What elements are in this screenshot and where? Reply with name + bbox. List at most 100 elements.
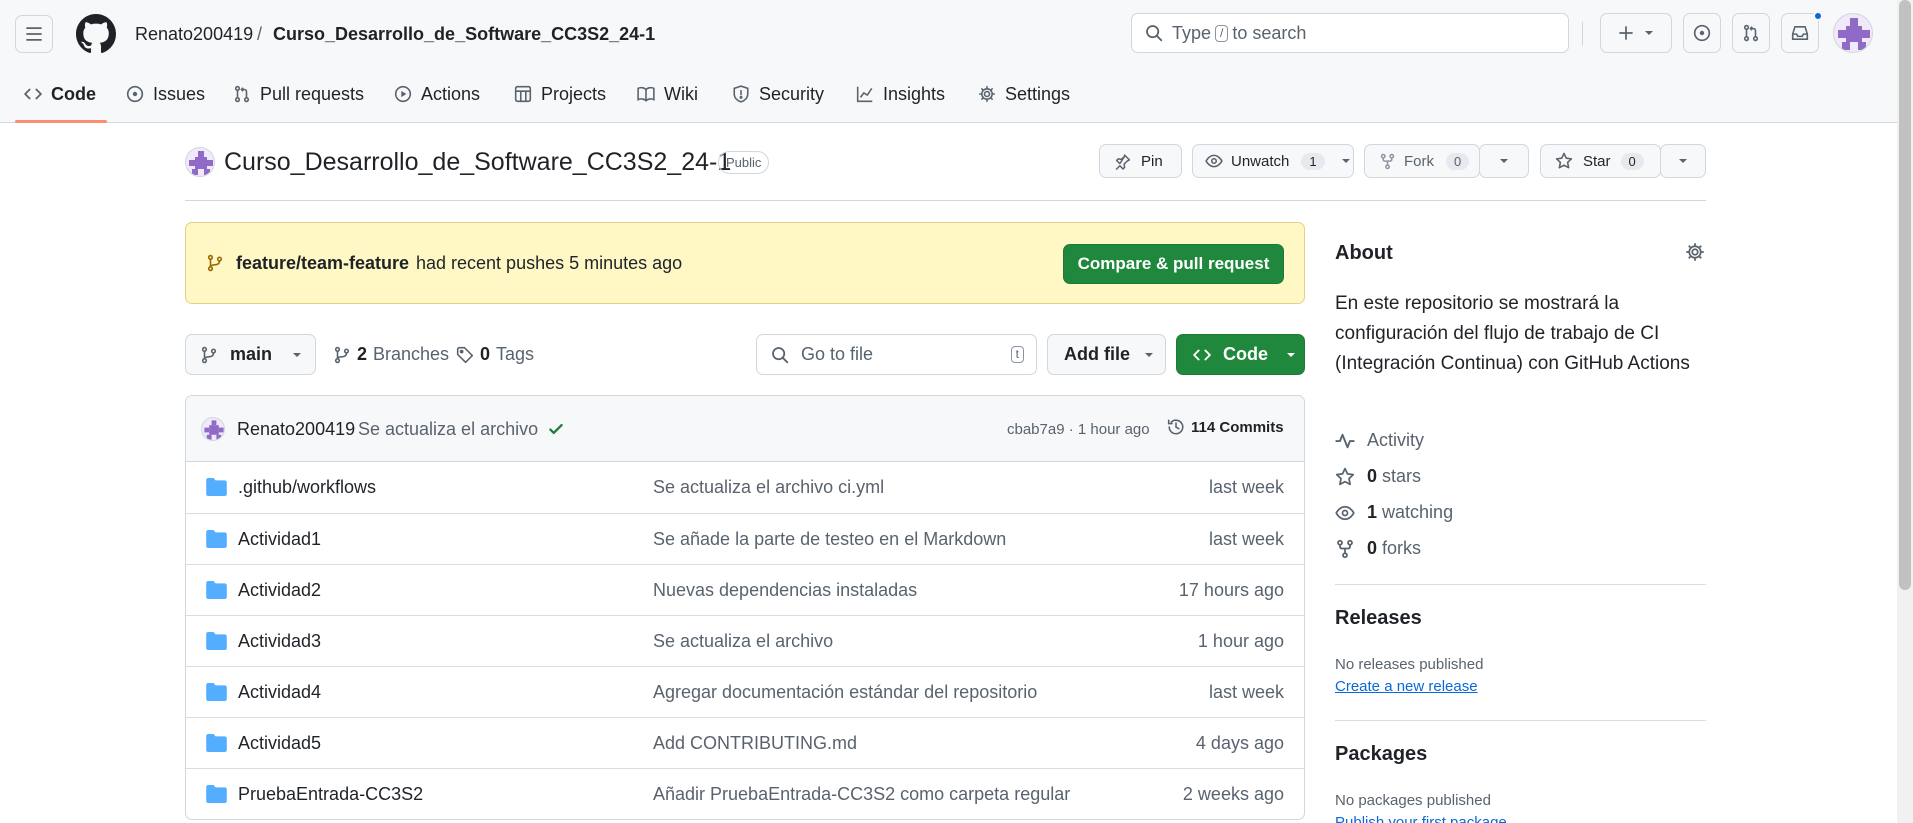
releases-heading[interactable]: Releases: [1335, 607, 1422, 630]
go-to-file-input[interactable]: Go to file t: [756, 334, 1037, 375]
menu-button[interactable]: [15, 15, 53, 53]
file-row[interactable]: Actividad4 Agregar documentación estándar…: [186, 666, 1304, 717]
forks-link[interactable]: 0 forks: [1335, 538, 1421, 559]
fork-label: Fork: [1404, 152, 1434, 170]
folder-icon: [206, 530, 227, 548]
tab-code[interactable]: Code: [24, 80, 96, 108]
file-commit-message[interactable]: Se actualiza el archivo: [653, 631, 833, 652]
tab-issues[interactable]: Issues: [126, 80, 205, 108]
commits-link[interactable]: 114 Commits: [1167, 418, 1284, 436]
gear-icon[interactable]: [1685, 242, 1705, 262]
branches-link[interactable]: 2 Branches: [333, 344, 449, 365]
file-row[interactable]: Actividad1 Se añade la parte de testeo en…: [186, 513, 1304, 564]
tab-settings[interactable]: Settings: [978, 80, 1070, 108]
unwatch-label: Unwatch: [1231, 152, 1290, 170]
folder-icon: [206, 683, 227, 701]
tab-actions[interactable]: Actions: [394, 80, 480, 108]
file-name[interactable]: Actividad4: [238, 682, 321, 703]
banner-branch-name[interactable]: feature/team-feature: [236, 253, 409, 274]
file-commit-message[interactable]: Se añade la parte de testeo en el Markdo…: [653, 529, 1006, 550]
sidebar-divider: [1335, 584, 1706, 585]
scrollbar-thumb[interactable]: [1899, 0, 1911, 590]
file-row[interactable]: Actividad5 Add CONTRIBUTING.md 4 days ago: [186, 717, 1304, 768]
commit-hash-time[interactable]: cbab7a9 · 1 hour ago: [1007, 421, 1150, 438]
file-name[interactable]: Actividad2: [238, 580, 321, 601]
global-search-input[interactable]: Type / to search: [1131, 13, 1569, 53]
fork-dropdown-button[interactable]: [1479, 144, 1529, 178]
branch-selector[interactable]: main: [185, 334, 316, 375]
file-commit-message[interactable]: Agregar documentación estándar del repos…: [653, 682, 1037, 703]
file-row[interactable]: Actividad3 Se actualiza el archivo 1 hour …: [186, 615, 1304, 666]
issues-button[interactable]: [1683, 13, 1721, 53]
commit-message[interactable]: Se actualiza el archivo: [358, 419, 538, 440]
code-button[interactable]: Code: [1176, 334, 1305, 375]
branches-count: 2: [357, 344, 368, 364]
add-file-button[interactable]: Add file: [1047, 334, 1166, 375]
file-row[interactable]: .github/workflows Se actualiza el archivo…: [186, 462, 1304, 513]
file-commit-time: 4 days ago: [1195, 733, 1284, 753]
packages-heading[interactable]: Packages: [1335, 743, 1427, 766]
breadcrumb-owner[interactable]: Renato200419: [135, 22, 253, 46]
unwatch-button[interactable]: Unwatch 1: [1192, 144, 1354, 178]
file-commit-time: 17 hours ago: [1178, 580, 1284, 600]
forks-label: forks: [1382, 538, 1422, 558]
tab-label: Security: [759, 83, 825, 104]
watch-count: 1: [1301, 152, 1325, 170]
tab-label: Insights: [883, 83, 946, 104]
commit-author-avatar[interactable]: [201, 417, 225, 441]
commit-author[interactable]: Renato200419: [237, 419, 355, 440]
file-commit-message[interactable]: Añadir PruebaEntrada-CC3S2 como carpeta …: [653, 784, 1070, 805]
tab-projects[interactable]: Projects: [514, 80, 606, 108]
activity-label: Activity: [1367, 430, 1425, 450]
folder-icon: [206, 785, 227, 803]
file-name[interactable]: Actividad1: [238, 529, 321, 550]
chevron-down-icon: [1645, 31, 1653, 35]
file-name[interactable]: PruebaEntrada-CC3S2: [238, 784, 423, 805]
publish-package-link[interactable]: Publish your first package: [1335, 814, 1507, 823]
file-commit-message[interactable]: Nuevas dependencias instaladas: [653, 580, 917, 601]
repo-avatar: [185, 147, 215, 177]
eye-icon: [1335, 505, 1355, 520]
file-row[interactable]: PruebaEntrada-CC3S2 Añadir PruebaEntrada-…: [186, 768, 1304, 819]
search-icon: [772, 346, 789, 363]
tab-wiki[interactable]: Wiki: [637, 80, 698, 108]
file-commit-time: last week: [1208, 682, 1284, 702]
repo-title[interactable]: Curso_Desarrollo_de_Software_CC3S2_24-1: [224, 148, 731, 177]
add-file-label: Add file: [1064, 344, 1130, 364]
fork-button[interactable]: Fork 0: [1364, 144, 1480, 178]
compare-pull-request-button[interactable]: Compare & pull request: [1063, 244, 1284, 284]
create-release-link[interactable]: Create a new release: [1335, 678, 1478, 695]
issue-icon: [126, 85, 144, 103]
user-avatar[interactable]: [1833, 13, 1873, 53]
file-name[interactable]: Actividad5: [238, 733, 321, 754]
tab-insights[interactable]: Insights: [856, 80, 945, 108]
issue-icon: [1693, 24, 1711, 42]
branches-label: Branches: [373, 344, 450, 364]
branch-icon: [207, 254, 223, 272]
pull-requests-button[interactable]: [1732, 13, 1770, 53]
file-commit-message[interactable]: Add CONTRIBUTING.md: [653, 733, 857, 754]
github-logo-icon[interactable]: [76, 14, 116, 54]
star-dropdown-button[interactable]: [1660, 144, 1706, 178]
file-name[interactable]: Actividad3: [238, 631, 321, 652]
activity-link[interactable]: Activity: [1335, 430, 1424, 451]
pull-request-icon: [1743, 24, 1759, 42]
breadcrumb-repo[interactable]: Curso_Desarrollo_de_Software_CC3S2_24-1: [273, 22, 655, 46]
watching-link[interactable]: 1 watching: [1335, 502, 1453, 523]
file-name[interactable]: .github/workflows: [238, 477, 376, 498]
check-icon[interactable]: [547, 420, 565, 438]
code-icon: [1193, 349, 1211, 360]
create-new-button[interactable]: [1600, 13, 1672, 53]
file-commit-message[interactable]: Se actualiza el archivo ci.yml: [653, 477, 884, 498]
file-row[interactable]: Actividad2 Nuevas dependencias instaladas…: [186, 564, 1304, 615]
stars-link[interactable]: 0 stars: [1335, 466, 1421, 487]
tab-pull-requests[interactable]: Pull requests: [233, 80, 364, 108]
tags-link[interactable]: 0 Tags: [456, 344, 534, 365]
branch-name: main: [230, 344, 273, 364]
about-heading: About: [1335, 242, 1393, 264]
chevron-down-icon: [1679, 159, 1687, 163]
star-button[interactable]: Star 0: [1540, 144, 1661, 178]
fork-icon: [1337, 539, 1353, 558]
pin-button[interactable]: Pin: [1099, 144, 1182, 178]
tab-security[interactable]: Security: [732, 80, 824, 108]
